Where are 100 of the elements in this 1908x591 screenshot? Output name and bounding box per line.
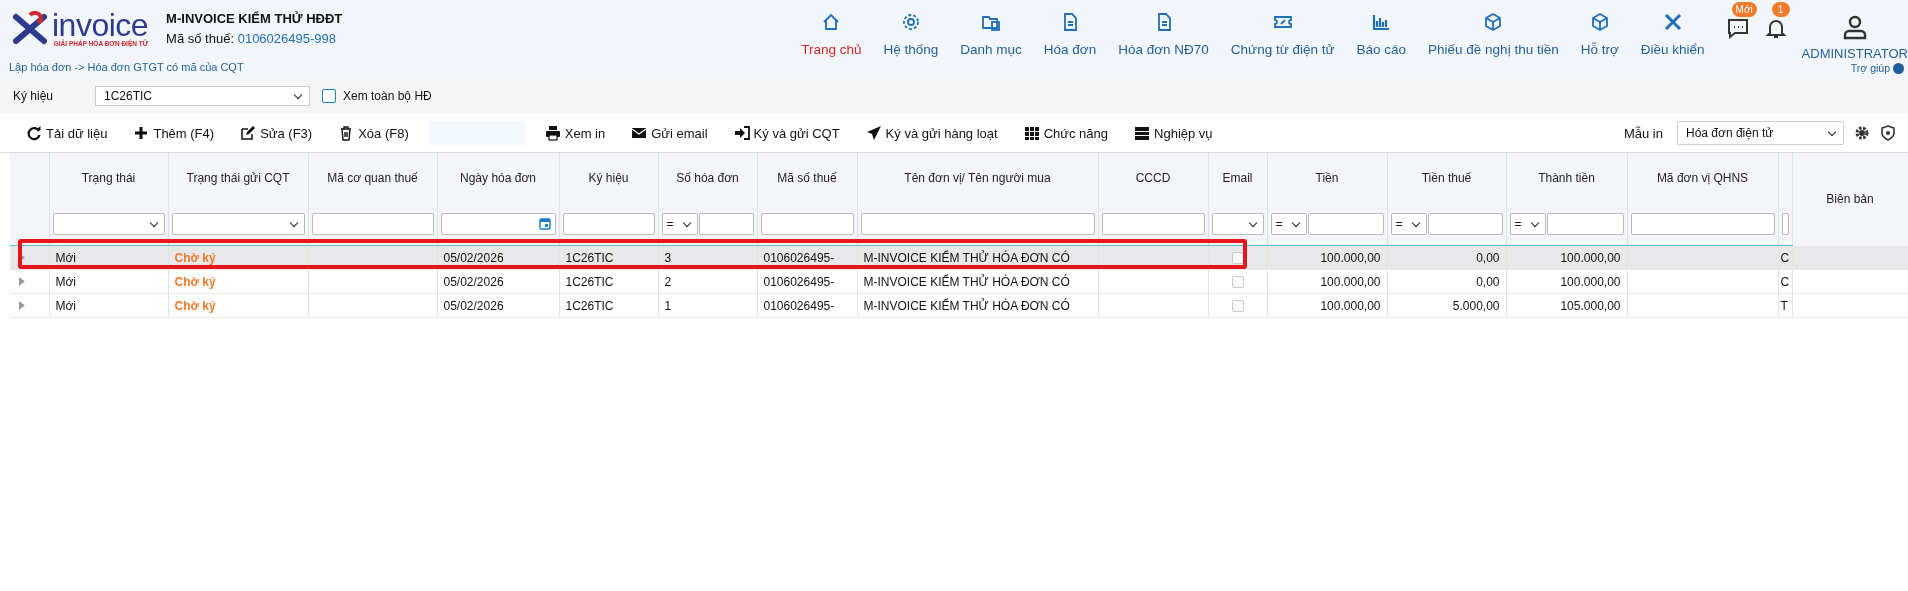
table-cell: Mới bbox=[55, 250, 77, 265]
filter-select[interactable] bbox=[171, 213, 305, 235]
edit-icon bbox=[240, 125, 257, 141]
filter-input[interactable] bbox=[1630, 213, 1775, 235]
table-cell: Mới bbox=[55, 274, 77, 289]
table-cell: 1C26TIC bbox=[565, 250, 614, 265]
column-header: Email bbox=[1222, 171, 1253, 185]
toolbar-button[interactable]: Chức năng bbox=[1017, 125, 1115, 141]
table-cell: M-INVOICE KIỂM THỬ HÓA ĐƠN CÓ bbox=[863, 250, 1070, 265]
toolbar-button[interactable]: Xem in bbox=[538, 125, 612, 141]
table-cell: Mới bbox=[55, 298, 77, 313]
table-cell: C bbox=[1780, 274, 1790, 289]
column-header: Tên đơn vị/ Tên người mua bbox=[904, 171, 1051, 185]
show-all-label: Xem toàn bộ HĐ bbox=[343, 89, 432, 103]
template-select[interactable]: Hóa đơn điện tử bbox=[1677, 121, 1844, 145]
help-link[interactable]: Trợ giúp bbox=[1850, 62, 1890, 74]
expand-icon[interactable] bbox=[19, 276, 25, 286]
table-cell: 05/02/2026 bbox=[443, 274, 504, 289]
template-label: Mẫu in bbox=[1623, 125, 1663, 141]
show-all-checkbox[interactable] bbox=[322, 89, 336, 103]
operator-select[interactable]: = bbox=[1509, 213, 1546, 235]
breadcrumb[interactable]: Lập hóa đơn -> Hóa đơn GTGT có mã của CQT bbox=[9, 61, 244, 73]
toolbar-button[interactable]: Ký và gửi hàng loạt bbox=[859, 125, 1004, 141]
tax-code: 0106026495-998 bbox=[237, 31, 336, 46]
table-cell: 2 bbox=[664, 274, 672, 289]
table-cell: 0,00 bbox=[1476, 250, 1500, 265]
calendar-icon[interactable] bbox=[538, 218, 551, 230]
refresh-icon bbox=[26, 125, 42, 141]
filter-input[interactable] bbox=[760, 213, 854, 235]
nav-item[interactable]: Chứng từ điện tử bbox=[1219, 12, 1346, 57]
table-cell: C bbox=[1780, 250, 1790, 265]
nav-item[interactable]: Hóa đơn NĐ70 bbox=[1107, 12, 1220, 57]
email-checkbox[interactable] bbox=[1231, 300, 1244, 313]
filter-input[interactable] bbox=[1427, 213, 1503, 235]
toolbar-button[interactable]: Tải dữ liệu bbox=[20, 125, 114, 141]
column-header: Trạng thái gửi CQT bbox=[186, 171, 290, 185]
operator-select[interactable]: = bbox=[1390, 213, 1427, 235]
filter-input[interactable] bbox=[698, 213, 754, 235]
tax-label: Mã số thuế: bbox=[166, 31, 235, 46]
nav-item[interactable]: Báo cáo bbox=[1345, 12, 1418, 57]
nav-item[interactable]: Hỗ trợ bbox=[1569, 12, 1630, 57]
toolbar-button[interactable]: Ký và gửi CQT bbox=[727, 125, 846, 141]
user-name[interactable]: ADMINISTRATOR bbox=[1801, 46, 1908, 61]
table-cell: 1 bbox=[664, 298, 672, 313]
expand-icon[interactable] bbox=[19, 300, 25, 310]
column-header: CCCD bbox=[1135, 171, 1171, 185]
status-cell: Chờ ký bbox=[174, 298, 216, 313]
table-row[interactable]: Mới Chờ ký 05/02/2026 1C26TIC 1 0106026495- M-INVOICE KIỂM THỬ HÓA ĐƠN CÓ 100.000,00 5.000,00 105.000,00 T bbox=[10, 293, 1908, 318]
table-cell: 05/02/2026 bbox=[443, 250, 504, 265]
plus-icon bbox=[133, 125, 150, 141]
status-cell: Chờ ký bbox=[174, 250, 216, 265]
date-filter-input[interactable] bbox=[440, 213, 556, 235]
nav-item[interactable]: Hóa đơn bbox=[1032, 12, 1108, 57]
nav-item[interactable]: Trang chủ bbox=[790, 12, 873, 57]
chat-icon[interactable] bbox=[1725, 16, 1750, 40]
email-checkbox[interactable] bbox=[1231, 252, 1244, 265]
filter-select[interactable] bbox=[1211, 213, 1264, 235]
shield-icon[interactable] bbox=[1880, 125, 1896, 141]
filter-select[interactable] bbox=[52, 213, 165, 235]
filter-input[interactable] bbox=[311, 213, 434, 235]
table-cell: T bbox=[1780, 298, 1788, 313]
filter-input[interactable] bbox=[1781, 213, 1789, 235]
signin-icon bbox=[733, 125, 750, 141]
nav-item[interactable]: Phiếu đề nghị thu tiền bbox=[1417, 12, 1570, 57]
table-row[interactable]: Mới Chờ ký 05/02/2026 1C26TIC 2 0106026495- M-INVOICE KIỂM THỬ HÓA ĐƠN CÓ 100.000,00 0,00 100.000,00 C bbox=[10, 269, 1908, 294]
toolbar-button[interactable]: Nghiệp vụ bbox=[1128, 125, 1219, 141]
table-cell: 1C26TIC bbox=[565, 298, 614, 313]
table-cell: 100.000,00 bbox=[1560, 274, 1621, 289]
nav-item[interactable]: Hệ thống bbox=[872, 12, 950, 57]
filter-input[interactable] bbox=[1546, 213, 1624, 235]
filter-input[interactable] bbox=[562, 213, 655, 235]
filter-input[interactable] bbox=[1307, 213, 1384, 235]
operator-select[interactable]: = bbox=[1270, 213, 1307, 235]
settings-icon[interactable] bbox=[1854, 125, 1870, 141]
user-icon[interactable] bbox=[1841, 14, 1868, 40]
column-header: Ngày hóa đơn bbox=[460, 171, 536, 185]
operator-select[interactable]: = bbox=[661, 213, 698, 235]
symbol-select[interactable]: 1C26TIC bbox=[95, 86, 310, 106]
logo-text: invoice bbox=[52, 10, 149, 40]
table-cell: M-INVOICE KIỂM THỬ HÓA ĐƠN CÓ bbox=[863, 274, 1070, 289]
toolbar-button[interactable]: Xóa (F8) bbox=[332, 125, 415, 141]
table-cell: 0106026495- bbox=[763, 274, 835, 289]
toolbar-button[interactable]: Gửi email bbox=[625, 125, 714, 141]
symbol-label: Ký hiệu bbox=[13, 89, 55, 103]
table-cell: 1C26TIC bbox=[565, 274, 614, 289]
nav-item[interactable]: Điều khiển bbox=[1629, 12, 1716, 57]
table-cell: 100.000,00 bbox=[1320, 250, 1381, 265]
nav-item[interactable]: Danh mục bbox=[949, 12, 1033, 57]
column-header: Biên bản bbox=[1826, 192, 1874, 207]
toolbar-button[interactable]: Sửa (F3) bbox=[234, 125, 319, 141]
table-cell: 100.000,00 bbox=[1320, 298, 1381, 313]
column-header: Tiền bbox=[1315, 171, 1339, 185]
filter-input[interactable] bbox=[1101, 213, 1205, 235]
server-icon bbox=[1134, 125, 1151, 141]
print-icon bbox=[544, 125, 561, 141]
filter-input[interactable] bbox=[860, 213, 1095, 235]
column-header: Mã đơn vị QHNS bbox=[1656, 171, 1749, 185]
email-checkbox[interactable] bbox=[1231, 276, 1244, 289]
toolbar-button[interactable]: Thêm (F4) bbox=[127, 125, 221, 141]
help-icon[interactable] bbox=[1893, 63, 1904, 74]
